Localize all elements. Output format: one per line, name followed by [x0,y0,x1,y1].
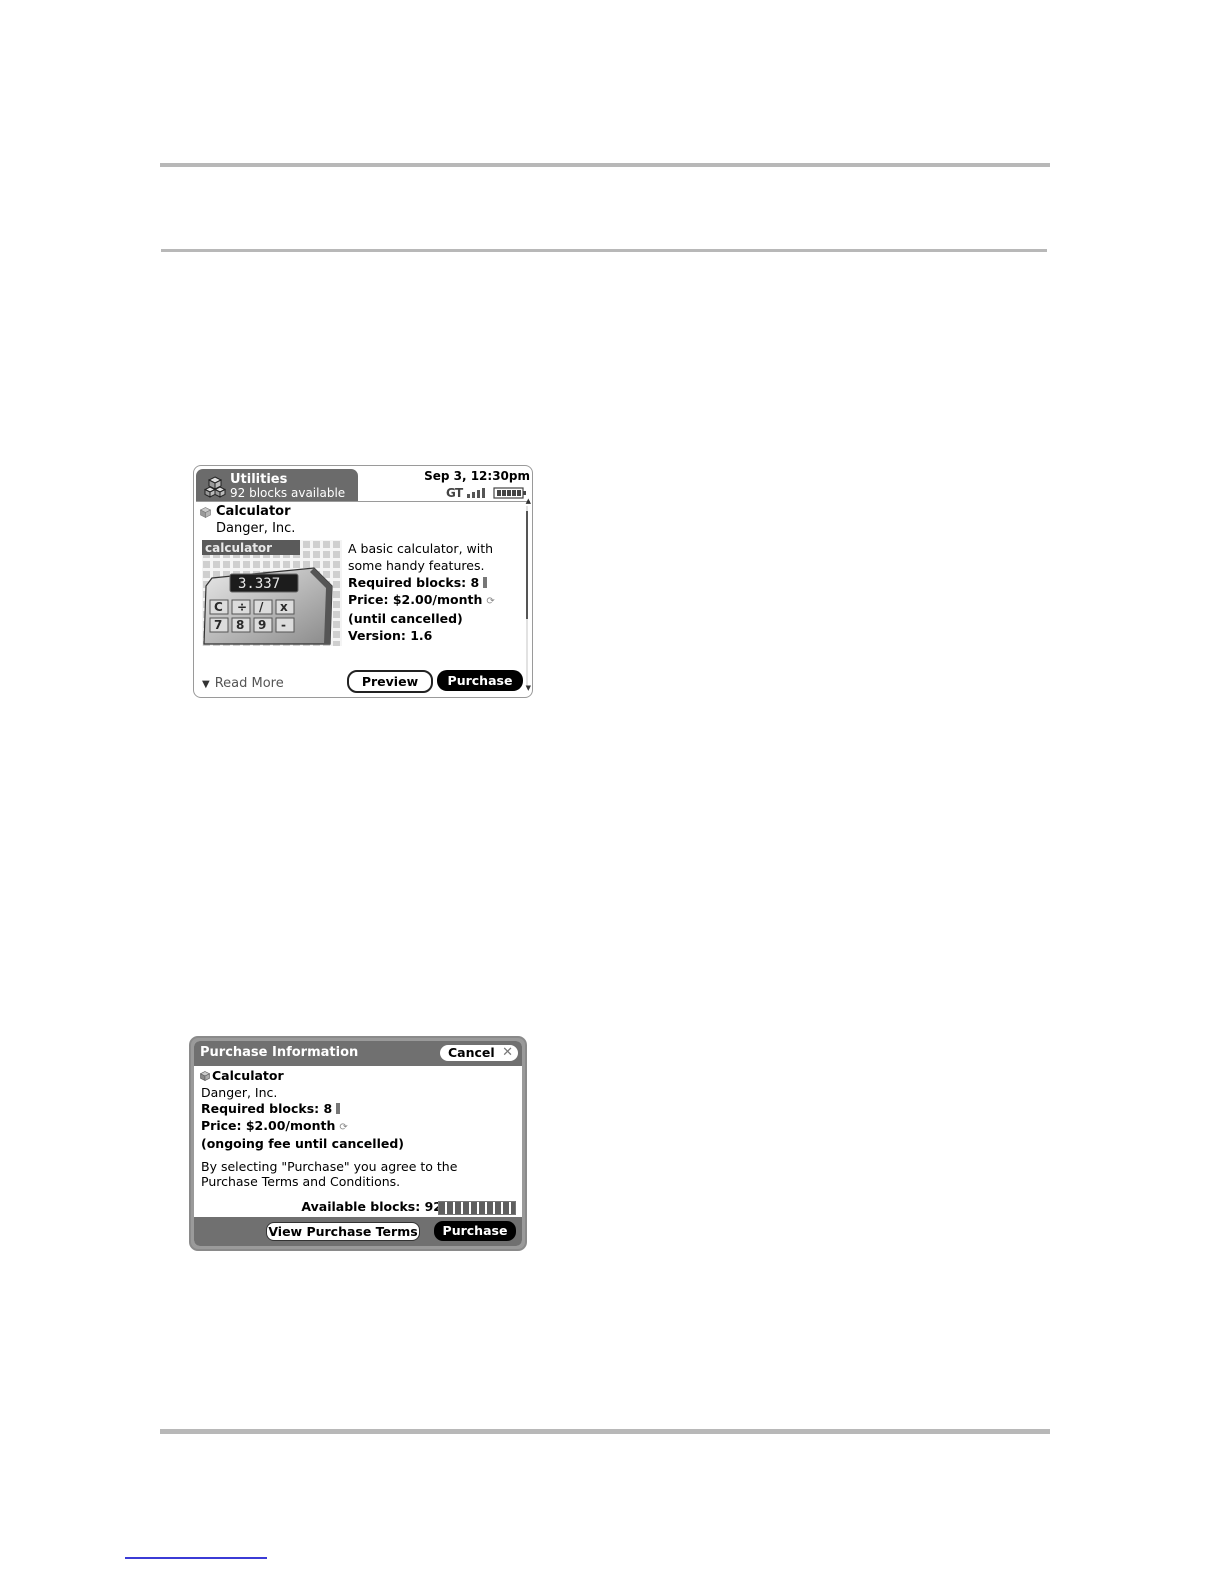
block-meter-icon [336,1103,341,1114]
required-blocks-row: Required blocks: 8 [201,1101,404,1118]
cubes-icon [204,476,226,498]
description-line-1: A basic calculator, with [348,541,494,556]
block-meter-icon [483,577,488,588]
version: Version: 1.6 [348,628,433,643]
description-line-2: some handy features. [348,558,485,573]
view-purchase-terms-button[interactable]: View Purchase Terms [266,1222,420,1241]
signal-icon: G T [446,486,485,499]
scroll-down-arrow-icon[interactable]: ▼ [526,684,531,692]
renew-icon: ⟳ [486,596,495,607]
app-developer: Danger, Inc. [201,1084,278,1100]
purchase-details: Calculator Danger, Inc. Required blocks:… [201,1068,404,1153]
dialog-header: Purchase Information Cancel ✕ [194,1041,522,1066]
price-note: (ongoing fee until cancelled) [201,1136,404,1151]
required-blocks: Required blocks: 8 [201,1101,333,1116]
app-name: Calculator [212,1068,284,1083]
purchase-agreement-text: By selecting "Purchase" you agree to the… [201,1159,458,1189]
renew-icon: ⟳ [339,1121,348,1133]
price-row: Price: $2.00/month ⟳ [201,1118,404,1137]
title-bar-divider [196,501,530,502]
read-more-link[interactable]: ▼ Read More [202,676,284,691]
gem-icon [200,507,211,518]
svg-text:8: 8 [236,618,244,632]
catalog-detail-screen: Utilities 92 blocks available Sep 3, 12:… [193,465,533,698]
battery-icon [493,487,526,499]
artwork-label: calculator [205,541,272,555]
cancel-label: Cancel [448,1045,495,1060]
svg-text:C: C [214,600,223,614]
required-blocks: Required blocks: 8 [348,575,480,590]
app-developer: Danger, Inc. [216,521,296,536]
close-icon: ✕ [502,1045,513,1060]
blocks-available-label: 92 blocks available [230,486,346,500]
svg-text:x: x [280,600,288,614]
read-more-label: Read More [214,676,284,691]
price: Price: $2.00/month [348,592,483,607]
app-name: Calculator [216,504,291,519]
svg-text:-: - [281,618,286,632]
app-artwork: calculator 3.337 C ÷ / x 7 8 9 - [202,540,342,646]
available-blocks-meter [438,1201,516,1215]
confirm-purchase-button[interactable]: Purchase [434,1221,516,1241]
dialog-footer: View Purchase Terms Purchase [194,1217,522,1246]
svg-text:T: T [455,486,464,499]
category-tab[interactable]: Utilities 92 blocks available [196,469,358,501]
cancel-button[interactable]: Cancel ✕ [440,1045,518,1061]
svg-text:÷: ÷ [237,600,247,614]
header-rule-top [160,163,1050,167]
purchase-button[interactable]: Purchase [437,670,523,691]
header-rule-bottom [161,249,1047,252]
app-description: A basic calculator, with some handy feat… [348,540,520,644]
dialog-panel: Purchase Information Cancel ✕ Calculator… [194,1041,522,1246]
scroll-up-arrow-icon[interactable]: ▲ [526,497,531,505]
dialog-title: Purchase Information [200,1045,359,1060]
preview-button[interactable]: Preview [347,670,433,693]
artwork-display: 3.337 [238,576,280,592]
footer-rule [160,1429,1050,1434]
triangle-down-icon: ▼ [202,679,210,690]
available-blocks: Available blocks: 92 [301,1199,442,1214]
price-note: (until cancelled) [348,611,463,626]
status-icons: G T [446,486,526,499]
price: Price: $2.00/month [201,1117,336,1133]
category-title: Utilities [230,472,288,487]
svg-text:7: 7 [214,618,222,632]
purchase-information-dialog: Purchase Information Cancel ✕ Calculator… [189,1036,527,1251]
status-datetime: Sep 3, 12:30pm [424,469,530,483]
svg-text:9: 9 [258,618,266,632]
svg-text:/: / [259,600,264,614]
price-row: Price: $2.00/month ⟳ [348,591,520,610]
required-blocks-row: Required blocks: 8 [348,574,520,591]
footer-link-underline[interactable] [125,1557,267,1559]
scrollbar-thumb[interactable] [526,511,528,619]
